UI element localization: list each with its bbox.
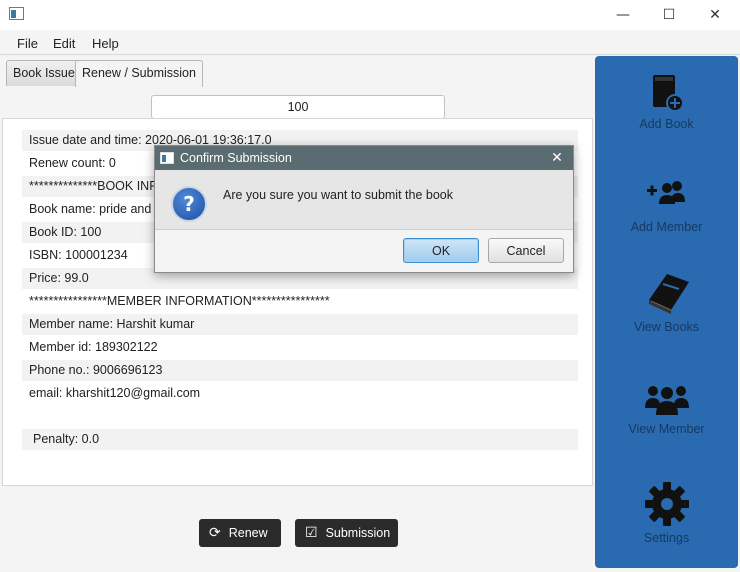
action-bar: ⟳ Renew ☑ Submission xyxy=(0,488,595,572)
sidebar-add-book[interactable]: Add Book xyxy=(595,73,738,131)
tab-renew-submission[interactable]: Renew / Submission xyxy=(75,60,203,87)
dialog-message: Are you sure you want to submit the book xyxy=(223,188,453,202)
submission-button[interactable]: ☑ Submission xyxy=(295,519,398,547)
renew-label: Renew xyxy=(228,526,268,540)
info-penalty: Penalty: 0.0 xyxy=(22,429,578,450)
info-member-name: Member name: Harshit kumar xyxy=(22,314,578,335)
dialog-title-bar: Confirm Submission ✕ xyxy=(155,146,573,170)
dialog-close-button[interactable]: ✕ xyxy=(547,146,567,170)
book-id-input[interactable] xyxy=(151,95,445,119)
sidebar-label: Add Member xyxy=(630,220,703,234)
sidebar-label: Settings xyxy=(643,531,690,545)
refresh-icon: ⟳ xyxy=(209,525,221,541)
renew-button[interactable]: ⟳ Renew xyxy=(199,519,281,547)
info-blank-row xyxy=(22,452,578,473)
app-window: — ☐ ✕ File Edit Help Book Issue Renew / … xyxy=(0,0,740,572)
sidebar-settings[interactable]: Settings xyxy=(595,481,738,545)
dialog-message-area: ? Are you sure you want to submit the bo… xyxy=(155,170,573,230)
info-member-id: Member id: 189302122 xyxy=(29,340,158,354)
sidebar-label: Add Book xyxy=(639,117,694,131)
maximize-button[interactable]: ☐ xyxy=(646,0,692,30)
checkbox-icon: ☑ xyxy=(305,525,318,541)
question-icon: ? xyxy=(171,186,207,222)
cancel-button[interactable]: Cancel xyxy=(488,238,564,263)
sidebar-label: View Books xyxy=(633,320,700,334)
sidebar-view-books[interactable]: View Books xyxy=(595,270,738,334)
menu-file[interactable]: File xyxy=(17,36,38,51)
tab-strip: Book Issue Renew / Submission xyxy=(0,56,595,87)
menu-edit[interactable]: Edit xyxy=(53,36,75,51)
users-icon xyxy=(644,386,689,415)
sidebar-label: View Member xyxy=(628,422,705,436)
info-phone: Phone no.: 9006696123 xyxy=(22,360,578,381)
main-content: Book Issue Renew / Submission Issue date… xyxy=(0,56,595,572)
title-bar: — ☐ ✕ xyxy=(0,0,740,30)
tab-book-issue[interactable]: Book Issue xyxy=(6,60,82,86)
sidebar-add-member[interactable]: Add Member xyxy=(595,176,738,234)
app-icon xyxy=(9,7,24,20)
add-book-icon xyxy=(652,75,684,112)
ok-button[interactable]: OK xyxy=(403,238,479,263)
close-window-button[interactable]: ✕ xyxy=(692,0,738,30)
menu-bar: File Edit Help xyxy=(0,31,740,55)
book-icon xyxy=(648,274,689,314)
submission-label: Submission xyxy=(325,526,391,540)
add-member-icon xyxy=(646,181,685,204)
dialog-title: Confirm Submission xyxy=(180,151,292,165)
menu-help[interactable]: Help xyxy=(92,36,119,51)
gear-icon xyxy=(644,482,689,526)
sidebar-view-member[interactable]: View Member xyxy=(595,382,738,436)
sidebar: Add Book Add Member View Books View Memb… xyxy=(595,56,738,568)
info-email: email: kharshit120@gmail.com xyxy=(29,386,201,400)
info-member-header: ****************MEMBER INFORMATION******… xyxy=(29,294,330,308)
confirm-dialog: Confirm Submission ✕ ? Are you sure you … xyxy=(154,145,574,273)
minimize-button[interactable]: — xyxy=(600,0,646,30)
dialog-app-icon xyxy=(160,152,174,164)
info-blank-row xyxy=(22,406,578,427)
